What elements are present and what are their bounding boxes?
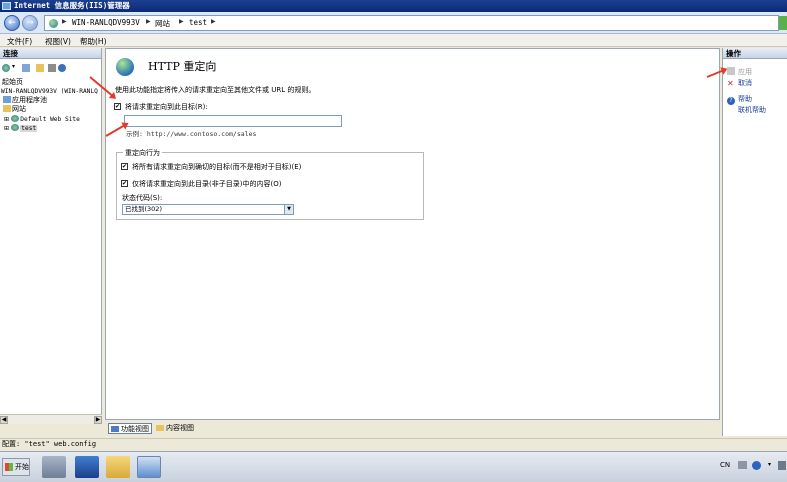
chevron-right-icon[interactable]: ▶ — [146, 18, 151, 25]
expand-icon[interactable]: ⊞ — [4, 125, 9, 132]
app-pool-icon — [3, 96, 11, 103]
chevron-right-icon[interactable]: ▶ — [179, 18, 184, 25]
redirect-behavior-group: 重定向行为 ✔ 将所有请求重定向到确切的目标(而不是相对于目标)(E) ✔ 仅将… — [116, 148, 424, 220]
tree-item-app-pools[interactable]: 应用程序池 — [3, 96, 47, 105]
content-view-icon — [156, 425, 164, 431]
powershell-icon[interactable] — [75, 456, 99, 478]
only-this-directory-checkbox[interactable]: ✔ — [121, 180, 128, 187]
refresh-icon[interactable] — [779, 16, 787, 30]
tree-item-server[interactable]: WIN-RANLQDV993V (WIN-RANLQ — [1, 87, 98, 96]
breadcrumb-test[interactable]: test — [189, 18, 207, 27]
keyboard-icon[interactable] — [738, 461, 747, 469]
http-redirect-icon — [116, 58, 134, 76]
help-icon: ? — [727, 97, 735, 105]
folder-up-icon[interactable] — [36, 64, 44, 72]
breadcrumb-server[interactable]: WIN-RANLQDV993V — [72, 18, 140, 27]
http-redirect-panel: HTTP 重定向 使用此功能指定将传入的请求重定向至其他文件或 URL 的规则。… — [105, 48, 720, 420]
redirect-checkbox-label: 将请求重定向到此目标(R): — [125, 103, 208, 111]
iis-app-icon — [2, 2, 11, 10]
network-icon[interactable] — [778, 461, 786, 470]
actions-pane: 操作 应用 ✕ 取消 ? 帮助 联机帮助 — [722, 48, 787, 436]
status-code-select[interactable]: 已找到(302) ▼ — [122, 204, 294, 215]
window-titlebar: Internet 信息服务(IIS)管理器 — [0, 0, 787, 12]
horizontal-scrollbar[interactable]: ◀ ▶ — [0, 414, 102, 424]
sites-folder-icon — [3, 105, 11, 112]
back-arrow-icon[interactable]: ← — [4, 15, 20, 31]
actions-header: 操作 — [723, 48, 787, 59]
menu-file[interactable]: 文件(F) — [7, 36, 32, 47]
scroll-right-icon[interactable]: ▶ — [94, 416, 102, 424]
options-icon[interactable]: ▾ — [768, 461, 771, 468]
redirect-checkbox[interactable]: ✔ — [114, 103, 121, 110]
connect-icon[interactable] — [2, 64, 10, 72]
online-help-action[interactable]: 联机帮助 — [738, 105, 766, 115]
refresh-icon[interactable] — [48, 64, 56, 72]
iis-manager-taskbar-icon[interactable] — [137, 456, 161, 478]
status-bar: 配置: "test" web.config — [0, 438, 787, 449]
connections-header: 连接 — [0, 48, 101, 59]
page-title: HTTP 重定向 — [148, 60, 217, 73]
menu-bar: 文件(F) 视图(V) 帮助(H) — [0, 34, 787, 47]
exact-destination-checkbox[interactable]: ✔ — [121, 163, 128, 170]
chevron-right-icon[interactable]: ▶ — [62, 18, 67, 25]
connections-toolbar: ▾ — [0, 62, 102, 74]
expand-icon[interactable]: ⊞ — [4, 116, 9, 123]
menu-view[interactable]: 视图(V) — [45, 36, 71, 47]
chevron-down-icon[interactable]: ▼ — [284, 205, 293, 214]
exact-destination-label: 将所有请求重定向到确切的目标(而不是相对于目标)(E) — [132, 163, 302, 171]
windows-logo-icon — [5, 463, 13, 471]
example-text: 示例: http://www.contoso.com/sales — [126, 130, 257, 138]
cancel-action[interactable]: ✕ 取消 — [727, 78, 752, 88]
tab-content-view[interactable]: 内容视图 — [154, 423, 196, 434]
globe-icon — [49, 19, 58, 28]
window-title: Internet 信息服务(IIS)管理器 — [14, 1, 130, 10]
page-description: 使用此功能指定将传入的请求重定向至其他文件或 URL 的规则。 — [115, 86, 316, 94]
features-view-icon — [111, 426, 119, 432]
server-manager-icon[interactable] — [42, 456, 66, 478]
help-tray-icon[interactable] — [752, 461, 761, 470]
status-code-label: 状态代码(S): — [122, 194, 163, 202]
tree-item-sites[interactable]: 网站 — [3, 105, 26, 114]
delete-connection-icon[interactable] — [58, 64, 66, 72]
tree-item-start-page[interactable]: 起始页 — [2, 78, 23, 87]
breadcrumb-sites[interactable]: 网站 — [155, 18, 170, 29]
chevron-right-icon[interactable]: ▶ — [211, 18, 216, 25]
redirect-target-input[interactable] — [124, 115, 342, 127]
help-action[interactable]: ? 帮助 — [727, 94, 752, 105]
chevron-down-icon[interactable]: ▾ — [12, 64, 20, 72]
website-icon — [11, 124, 20, 131]
redirect-behavior-legend: 重定向行为 — [123, 148, 162, 158]
scroll-left-icon[interactable]: ◀ — [0, 416, 8, 424]
language-indicator[interactable]: CN — [720, 461, 730, 469]
apply-action[interactable]: 应用 — [727, 67, 752, 77]
connections-pane: 连接 ▾ 起始页 WIN-RANLQDV993V (WIN-RANLQ 应用程序… — [0, 48, 102, 424]
taskbar: 开始 CN ▾ — [0, 451, 787, 482]
only-this-directory-label: 仅将请求重定向到此目录(非子目录)中的内容(O) — [132, 180, 282, 188]
start-button[interactable]: 开始 — [2, 458, 30, 476]
address-bar: ← → ▶ WIN-RANLQDV993V ▶ 网站 ▶ test ▶ — [0, 12, 787, 34]
website-icon — [11, 115, 20, 122]
breadcrumb[interactable]: ▶ WIN-RANLQDV993V ▶ 网站 ▶ test ▶ — [44, 15, 779, 31]
tree-item-test[interactable]: ⊞ test — [4, 124, 38, 133]
view-tabs: 功能视图 内容视图 — [105, 421, 720, 435]
forward-arrow-icon[interactable]: → — [22, 15, 38, 31]
cancel-x-icon: ✕ — [727, 79, 734, 88]
menu-help[interactable]: 帮助(H) — [80, 36, 107, 47]
tab-features-view[interactable]: 功能视图 — [108, 423, 152, 434]
tree-item-default-web-site[interactable]: ⊞ Default Web Site — [4, 115, 80, 124]
save-icon[interactable] — [22, 64, 30, 72]
explorer-icon[interactable] — [106, 456, 130, 478]
